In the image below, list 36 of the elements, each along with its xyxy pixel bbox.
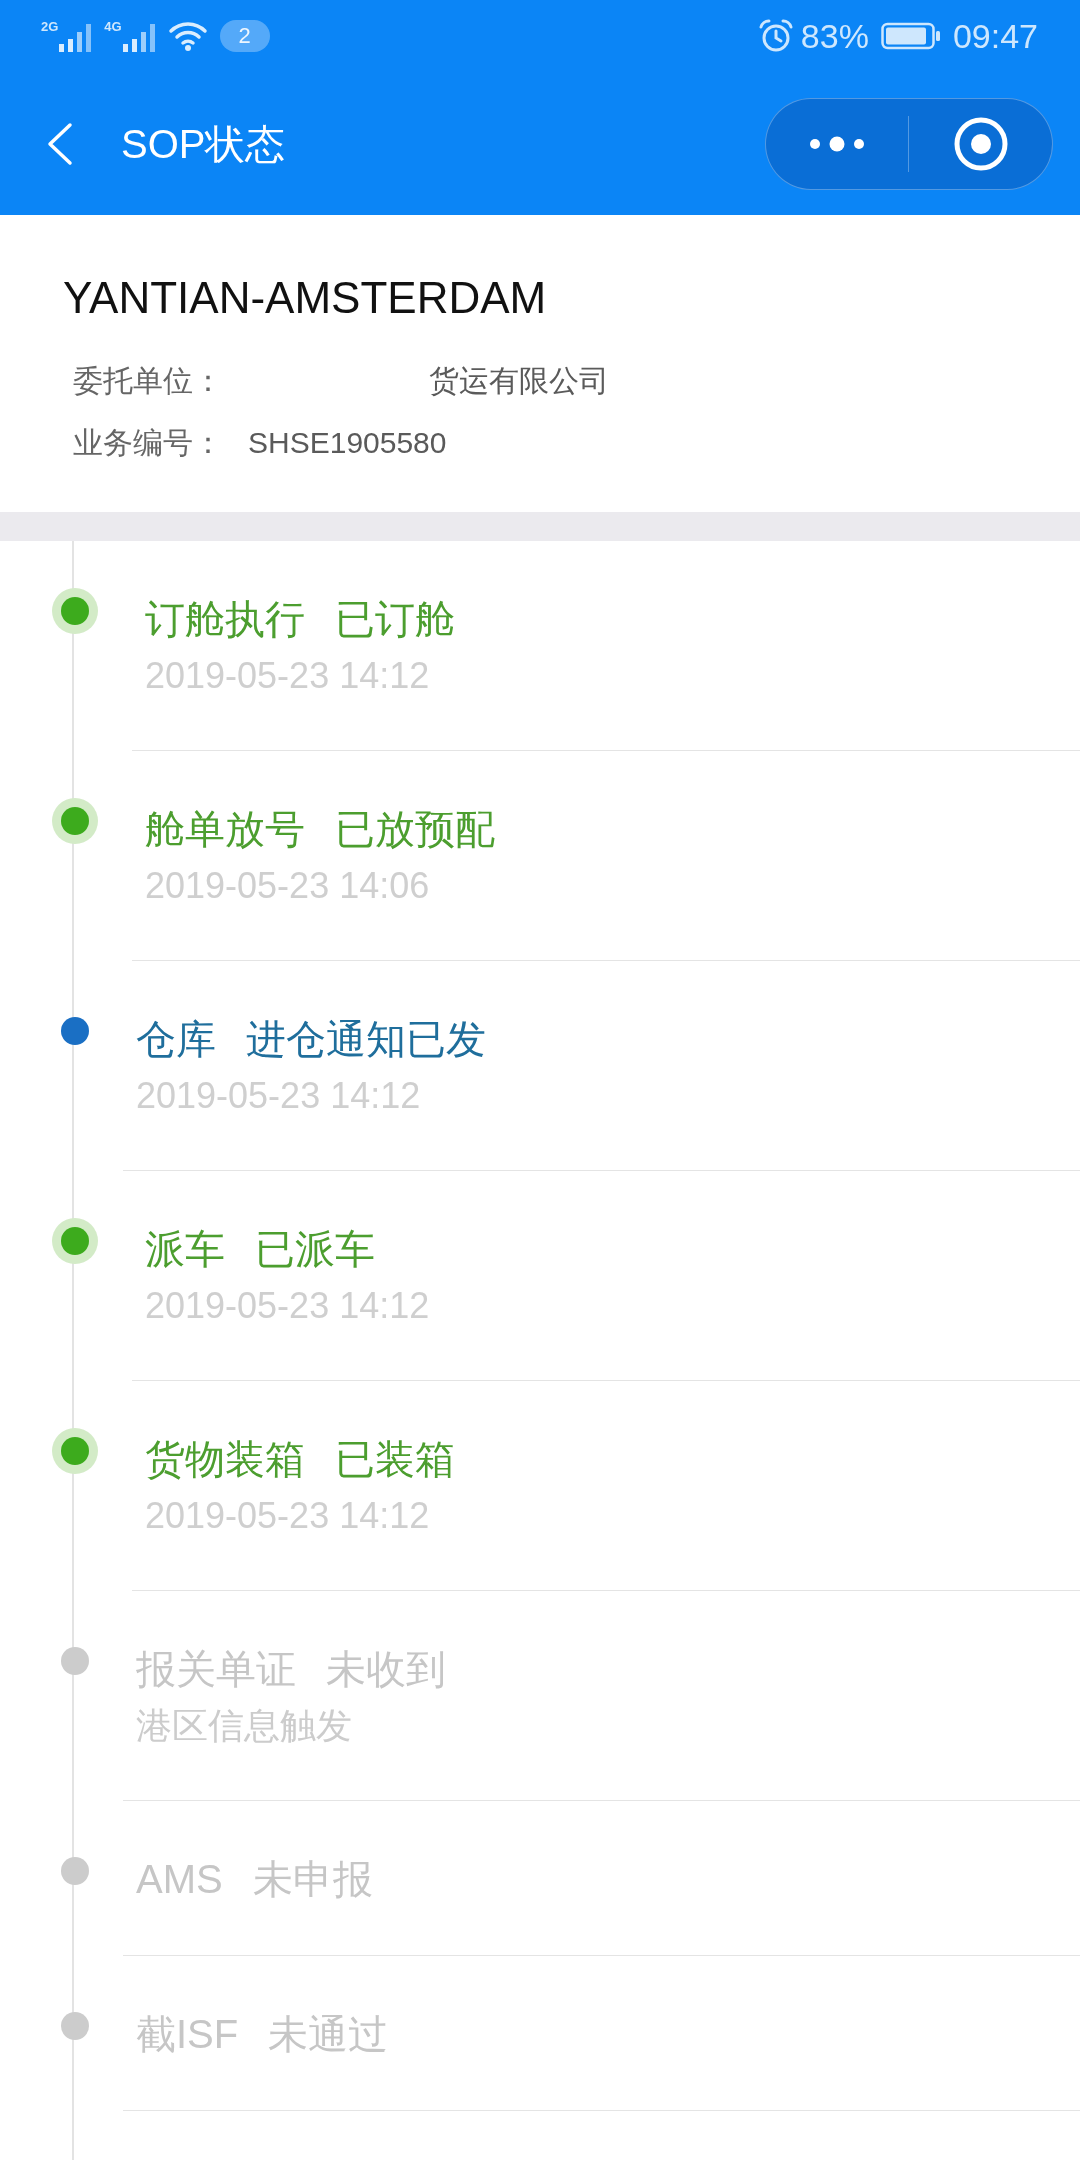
step-status: 已装箱 (335, 1436, 455, 1483)
step-status: 未收到 (326, 1646, 446, 1693)
wifi-icon (167, 20, 208, 52)
route-title: YANTIAN-AMSTERDAM (63, 272, 547, 324)
signal-icon (58, 24, 93, 52)
page-title: SOP状态 (121, 120, 286, 168)
step-name: 截ISF (136, 2011, 239, 2058)
field-value: 货运有限公司 (429, 363, 609, 399)
back-button[interactable] (45, 121, 73, 166)
step-name: 仓库 (136, 1016, 216, 1063)
step-name: 舱单放号 (145, 806, 305, 853)
battery-percent: 83% (800, 16, 869, 56)
step-status: 已放预配 (335, 806, 495, 853)
step-status: 已订舱 (335, 596, 455, 643)
step-name: 订舱执行 (145, 596, 305, 643)
field-label: 委托单位： (73, 363, 223, 399)
target-icon (953, 116, 1008, 171)
back-icon (45, 121, 73, 166)
step-status: 未申报 (252, 1856, 373, 1903)
field-value: SHSE1905580 (248, 425, 447, 461)
step-name: 货物装箱 (145, 1436, 305, 1483)
network-type-label: 2G (41, 20, 59, 34)
signal-icon (121, 24, 156, 52)
step-status: 进仓通知已发 (246, 1016, 486, 1063)
battery-icon (880, 22, 941, 50)
network-type-label: 4G (104, 20, 122, 34)
field-label: 业务编号： (73, 425, 223, 461)
step-name: AMS (136, 1856, 223, 1903)
status-time: 09:47 (952, 16, 1038, 56)
more-icon (809, 135, 865, 152)
step-status: 未通过 (268, 2011, 389, 2058)
step-status: 已派车 (255, 1226, 375, 1273)
alarm-icon (758, 19, 793, 53)
step-name: 报关单证 (136, 1646, 296, 1693)
notification-badge: 2 (219, 20, 270, 52)
step-name: 派车 (145, 1226, 225, 1273)
